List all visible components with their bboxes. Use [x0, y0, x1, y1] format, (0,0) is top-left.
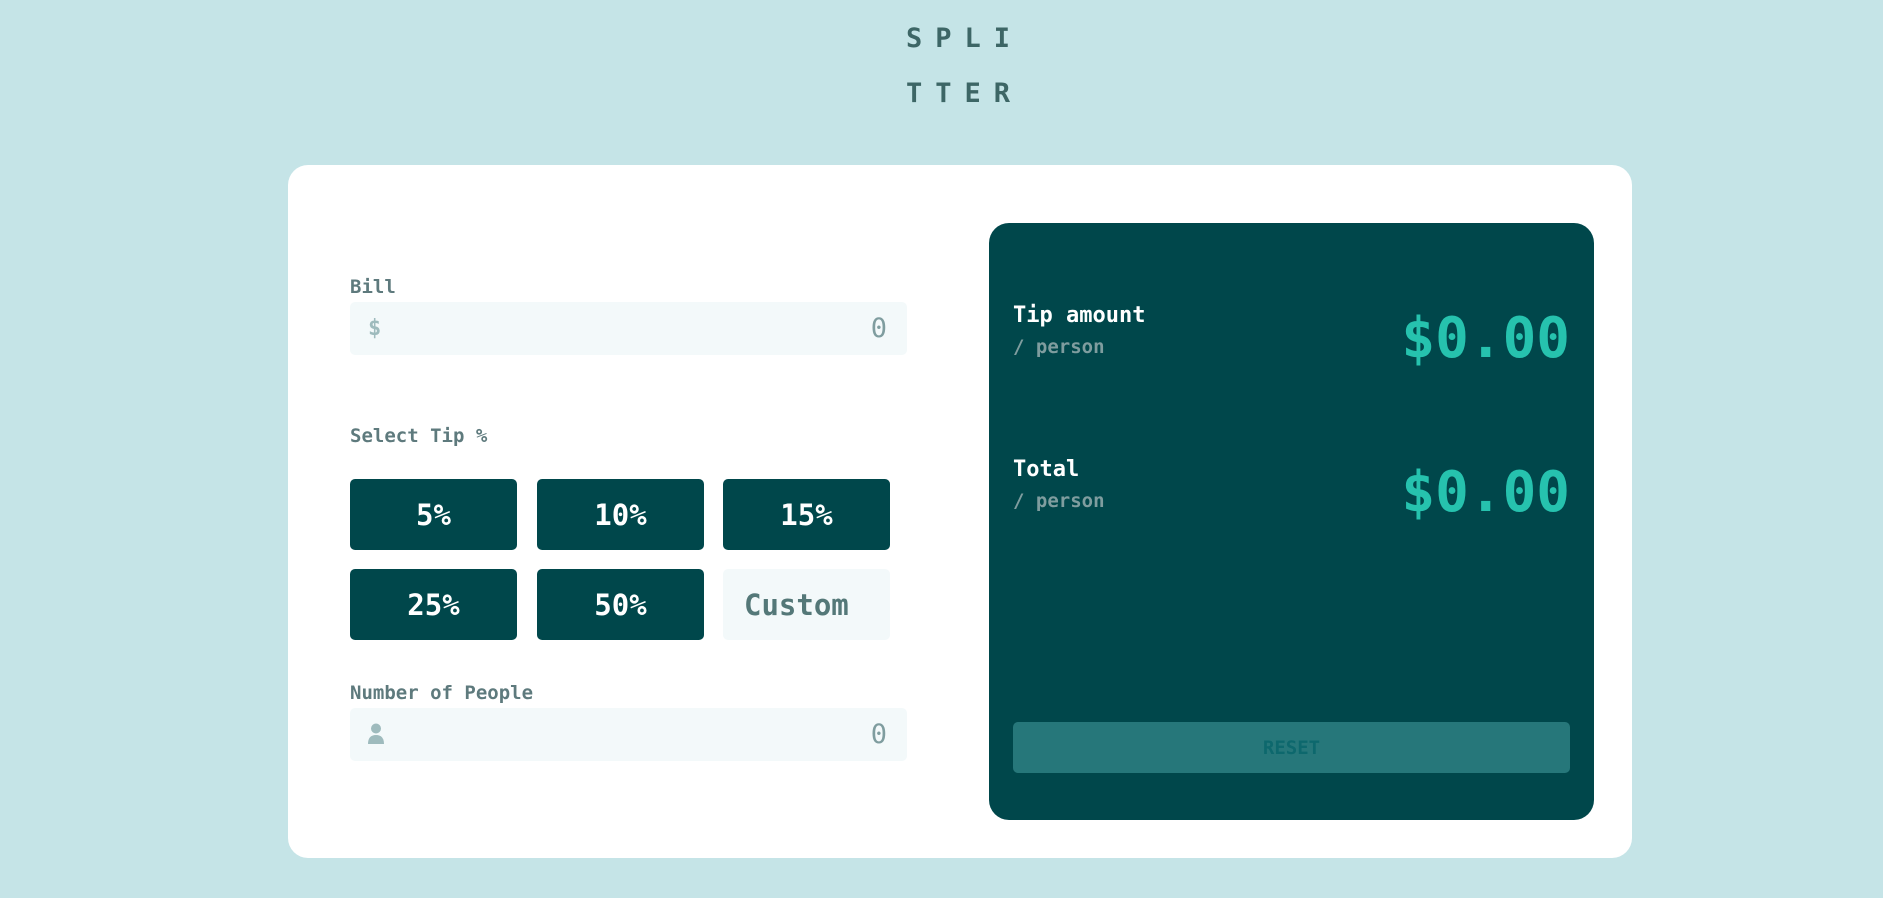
tip-button-5[interactable]: 5%	[350, 479, 517, 550]
tip-amount-row: Tip amount / person $0.00	[1013, 303, 1570, 383]
bill-field: $	[350, 302, 907, 355]
total-sub: / person	[1013, 490, 1105, 512]
people-field	[350, 708, 907, 761]
bill-label: Bill	[350, 276, 396, 298]
reset-button[interactable]: RESET	[1013, 722, 1570, 773]
total-title: Total	[1013, 457, 1080, 482]
total-value: $0.00	[1401, 460, 1570, 525]
logo-line-1: SPLI	[906, 23, 1024, 54]
results-panel: Tip amount / person $0.00 Total / person…	[989, 223, 1594, 820]
tip-button-25[interactable]: 25%	[350, 569, 517, 640]
person-icon	[368, 723, 384, 751]
calculator-card: Bill $ Select Tip % 5% 10% 15% 25% 50% N…	[288, 165, 1632, 858]
tip-button-10[interactable]: 10%	[537, 479, 704, 550]
tip-amount-title: Tip amount	[1013, 303, 1146, 328]
select-tip-label: Select Tip %	[350, 425, 488, 447]
people-label: Number of People	[350, 682, 534, 704]
app-logo: SPLI TTER	[906, 20, 1026, 130]
people-input[interactable]	[400, 708, 887, 761]
tip-button-50[interactable]: 50%	[537, 569, 704, 640]
input-panel: Bill $ Select Tip % 5% 10% 15% 25% 50% N…	[350, 165, 907, 858]
bill-input[interactable]	[400, 302, 887, 355]
logo-line-2: TTER	[906, 78, 1024, 109]
tip-button-15[interactable]: 15%	[723, 479, 890, 550]
tip-amount-sub: / person	[1013, 336, 1105, 358]
tip-amount-value: $0.00	[1401, 306, 1570, 371]
dollar-icon: $	[368, 316, 382, 341]
custom-tip-input[interactable]	[723, 569, 890, 640]
total-row: Total / person $0.00	[1013, 457, 1570, 537]
